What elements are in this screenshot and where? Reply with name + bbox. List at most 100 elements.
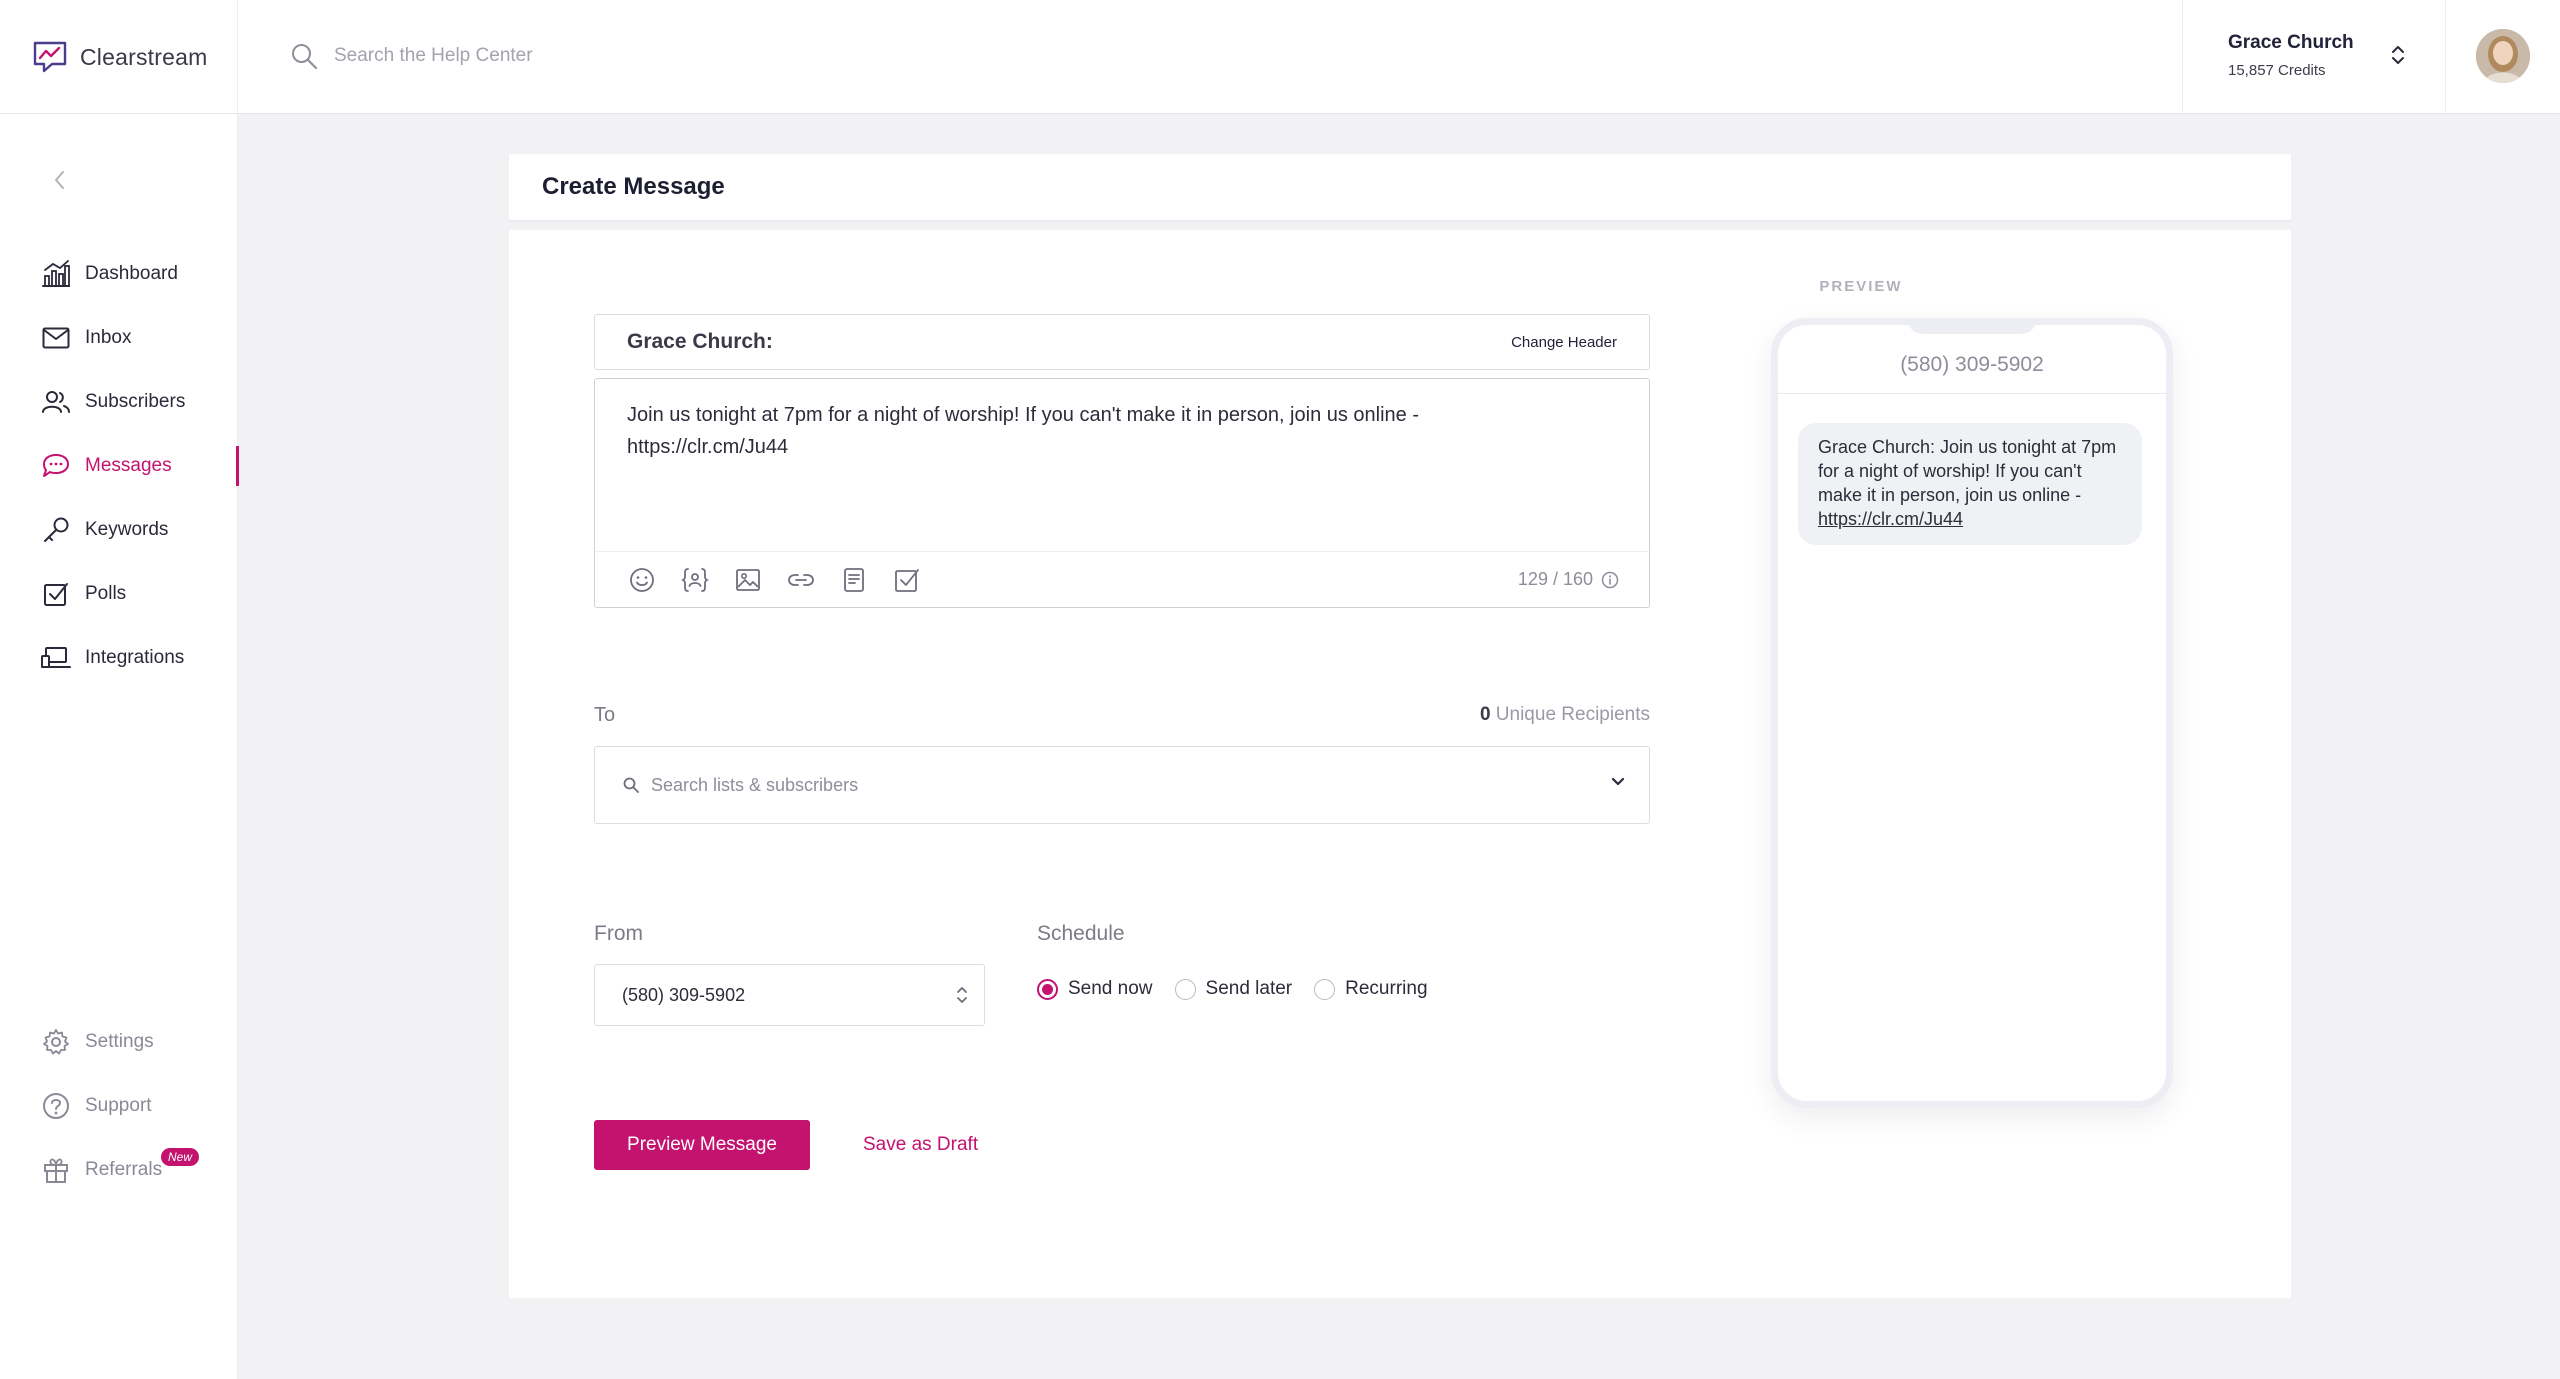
- sidebar-item-keywords[interactable]: Keywords: [0, 498, 238, 562]
- search-icon: [623, 777, 639, 793]
- message-text-line: https://clr.cm/Ju44: [627, 436, 789, 458]
- brand-logo[interactable]: Clearstream: [0, 0, 238, 114]
- sidebar: Dashboard Inbox Subscribers Messages Key…: [0, 114, 239, 1379]
- change-header-button[interactable]: Change Header: [1511, 334, 1617, 351]
- schedule-radio-group: Send now Send later Recurring: [1037, 978, 1450, 1000]
- info-icon[interactable]: [1601, 571, 1619, 589]
- account-switcher[interactable]: Grace Church 15,857 Credits: [2182, 0, 2446, 114]
- sidebar-item-polls[interactable]: Polls: [0, 562, 238, 626]
- checkbox-icon: [40, 578, 72, 610]
- emoji-icon[interactable]: [627, 565, 657, 595]
- phone-preview-number: (580) 309-5902: [1900, 353, 2044, 376]
- sidebar-item-label: Subscribers: [85, 391, 186, 412]
- character-count-text: 129 / 160: [1517, 569, 1593, 589]
- card-header: Create Message: [509, 154, 2291, 222]
- key-icon: [40, 514, 72, 546]
- from-number-select[interactable]: (580) 309-5902: [594, 964, 985, 1026]
- clearstream-logo-icon: [32, 40, 68, 74]
- account-credits: 15,857 Credits: [2228, 62, 2326, 79]
- message-header-name: Grace Church:: [627, 330, 773, 353]
- schedule-option-send-now[interactable]: Send now: [1037, 978, 1153, 1000]
- sidebar-item-label: Integrations: [85, 647, 185, 668]
- from-number-value: (580) 309-5902: [622, 984, 746, 1005]
- to-label: To: [594, 704, 616, 726]
- radio-label: Send now: [1068, 978, 1153, 999]
- recipients-select[interactable]: [594, 746, 1650, 824]
- radio-send-later[interactable]: [1174, 978, 1196, 1000]
- sidebar-nav: Dashboard Inbox Subscribers Messages Key…: [0, 242, 239, 690]
- sidebar-item-support[interactable]: Support: [0, 1074, 238, 1138]
- phone-preview: (580) 309-5902 Grace Church: Join us ton…: [1771, 318, 2173, 1108]
- template-icon[interactable]: [839, 565, 869, 595]
- checkbox-icon[interactable]: [892, 565, 922, 595]
- recipients-search-input[interactable]: [651, 774, 1551, 796]
- phone-notch: [1908, 318, 2036, 334]
- preview-message-button[interactable]: Preview Message: [594, 1120, 810, 1170]
- up-down-chevron-icon: [2391, 44, 2405, 66]
- users-icon: [40, 386, 72, 418]
- question-icon: [40, 1090, 72, 1122]
- sidebar-item-subscribers[interactable]: Subscribers: [0, 370, 238, 434]
- schedule-label: Schedule: [1037, 922, 1125, 945]
- link-icon[interactable]: [786, 565, 816, 595]
- chevron-down-icon[interactable]: [1611, 777, 1625, 787]
- gear-icon: [40, 1026, 72, 1058]
- image-icon[interactable]: [733, 565, 763, 595]
- phone-divider: [1778, 393, 2166, 394]
- page-title: Create Message: [542, 173, 725, 200]
- bubble-text: Grace Church: Join us tonight at 7pm for…: [1818, 437, 2117, 505]
- sidebar-bottom-nav: Settings Support Referrals New: [0, 1010, 238, 1202]
- sidebar-item-inbox[interactable]: Inbox: [0, 306, 238, 370]
- envelope-icon: [40, 322, 72, 354]
- merge-field-icon[interactable]: [680, 565, 710, 595]
- recipient-suffix: Unique Recipients: [1495, 704, 1650, 725]
- sidebar-item-messages[interactable]: Messages: [0, 434, 239, 498]
- user-avatar[interactable]: [2476, 29, 2530, 83]
- new-badge: New: [161, 1148, 200, 1166]
- sidebar-item-label: Settings: [85, 1031, 154, 1052]
- radio-send-now[interactable]: [1037, 978, 1058, 1000]
- account-name: Grace Church: [2228, 32, 2354, 53]
- search-icon: [290, 42, 318, 70]
- radio-recurring[interactable]: [1314, 978, 1336, 1000]
- message-editor[interactable]: Join us tonight at 7pm for a night of wo…: [594, 378, 1650, 608]
- sidebar-item-label: Messages: [85, 455, 172, 476]
- message-header: Grace Church: Change Header: [594, 314, 1650, 370]
- sidebar-item-label: Support: [85, 1095, 152, 1116]
- sidebar-item-label: Dashboard: [85, 263, 178, 284]
- character-count: 129 / 160: [1518, 569, 1619, 590]
- help-center-search: [290, 38, 934, 74]
- sidebar-item-dashboard[interactable]: Dashboard: [0, 242, 238, 306]
- save-as-draft-button[interactable]: Save as Draft: [863, 1120, 978, 1170]
- collapse-sidebar-chevron-left-icon[interactable]: [48, 168, 72, 192]
- sidebar-item-label: Polls: [85, 583, 127, 604]
- sidebar-item-referrals[interactable]: Referrals New: [0, 1138, 238, 1202]
- message-text-line: Join us tonight at 7pm for a night of wo…: [627, 404, 1420, 426]
- up-down-chevron-icon: [956, 985, 968, 1005]
- message-preview-bubble: Grace Church: Join us tonight at 7pm for…: [1798, 423, 2142, 545]
- sidebar-item-integrations[interactable]: Integrations: [0, 626, 238, 690]
- sidebar-item-label: Referrals: [85, 1159, 163, 1180]
- sidebar-item-label: Keywords: [85, 519, 169, 540]
- schedule-option-recurring[interactable]: Recurring: [1314, 978, 1428, 1000]
- radio-label: Send later: [1205, 978, 1293, 999]
- create-message-form: Grace Church: Change Header Join us toni…: [509, 230, 2291, 1298]
- sidebar-item-settings[interactable]: Settings: [0, 1010, 238, 1074]
- schedule-option-send-later[interactable]: Send later: [1174, 978, 1293, 1000]
- unique-recipients: 0 Unique Recipients: [1331, 704, 1650, 726]
- from-label: From: [594, 922, 643, 945]
- gift-icon: [40, 1154, 72, 1186]
- bubble-link[interactable]: https://clr.cm/Ju44: [1818, 509, 1963, 529]
- message-textarea[interactable]: Join us tonight at 7pm for a night of wo…: [627, 399, 1587, 463]
- laptop-icon: [40, 642, 72, 674]
- recipient-count: 0: [1479, 704, 1491, 725]
- help-search-input[interactable]: [334, 45, 934, 67]
- preview-label: PREVIEW: [1819, 278, 1903, 295]
- chat-bubbles-icon: [40, 450, 72, 482]
- chart-icon: [40, 258, 72, 290]
- editor-toolbar: 129 / 160: [595, 551, 1649, 607]
- radio-label: Recurring: [1345, 978, 1428, 999]
- sidebar-item-label: Inbox: [85, 327, 132, 348]
- brand-name: Clearstream: [80, 43, 208, 70]
- top-bar: Clearstream Grace Church 15,857 Credits: [0, 0, 2560, 114]
